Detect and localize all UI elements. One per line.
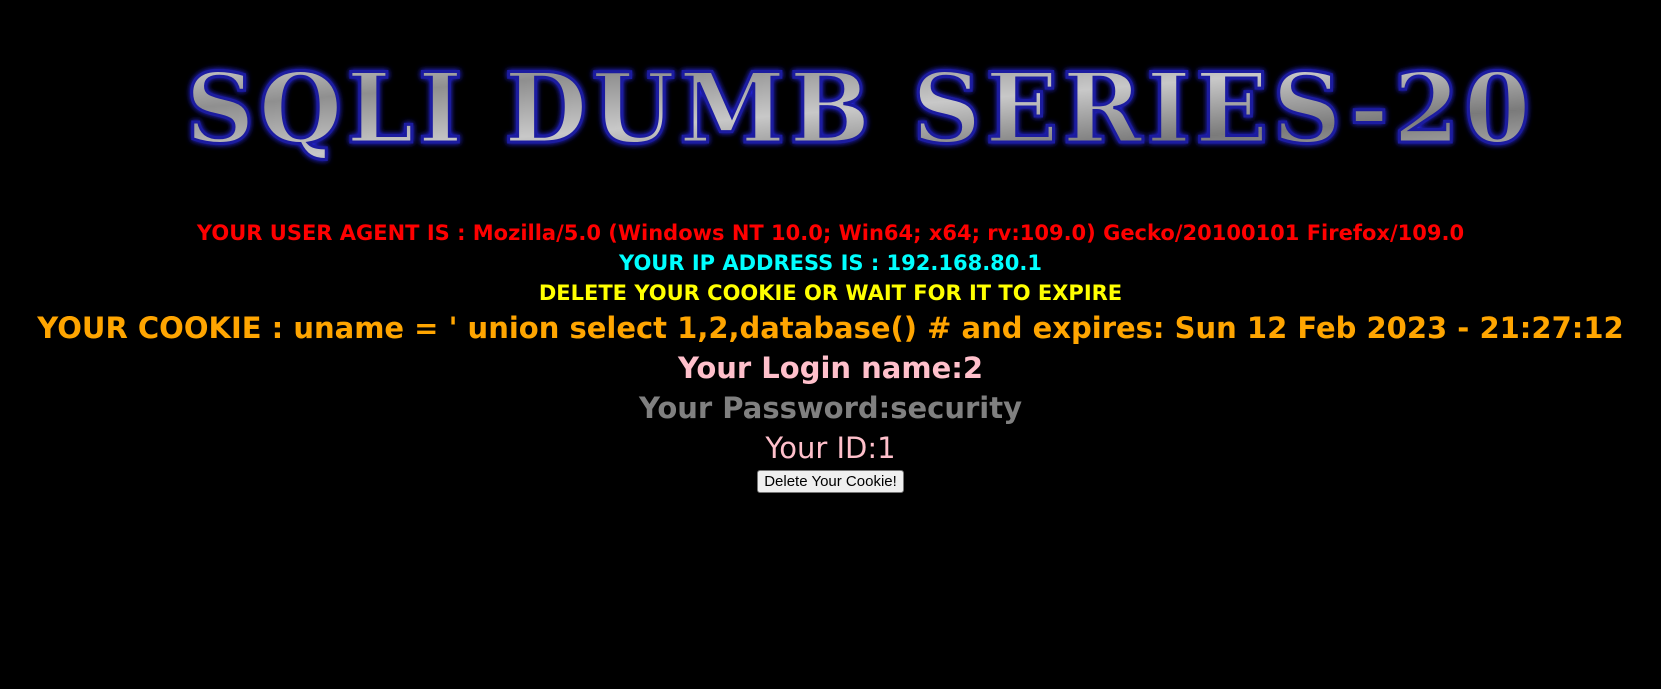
ip-address-text: YOUR IP ADDRESS IS : 192.168.80.1 [618,251,1042,275]
banner-title: SQLI DUMB SERIES-20 [185,52,1534,165]
info-panel: YOUR USER AGENT IS : Mozilla/5.0 (Window… [0,218,1661,493]
password-text: Your Password:security [638,391,1023,425]
user-agent-text: YOUR USER AGENT IS : Mozilla/5.0 (Window… [196,221,1465,245]
banner-logo: SQLI DUMB SERIES-20 [140,50,1580,170]
delete-cookie-button[interactable]: Delete Your Cookie! [757,470,904,493]
delete-notice-text: DELETE YOUR COOKIE OR WAIT FOR IT TO EXP… [538,281,1123,305]
delete-cookie-form: Delete Your Cookie! [0,470,1661,493]
banner-title-image: SQLI DUMB SERIES-20 [184,51,1534,167]
user-id-text: Your ID:1 [765,431,896,465]
login-name-text: Your Login name:2 [677,351,984,385]
cookie-text: YOUR COOKIE : uname = ' union select 1,2… [37,311,1624,345]
